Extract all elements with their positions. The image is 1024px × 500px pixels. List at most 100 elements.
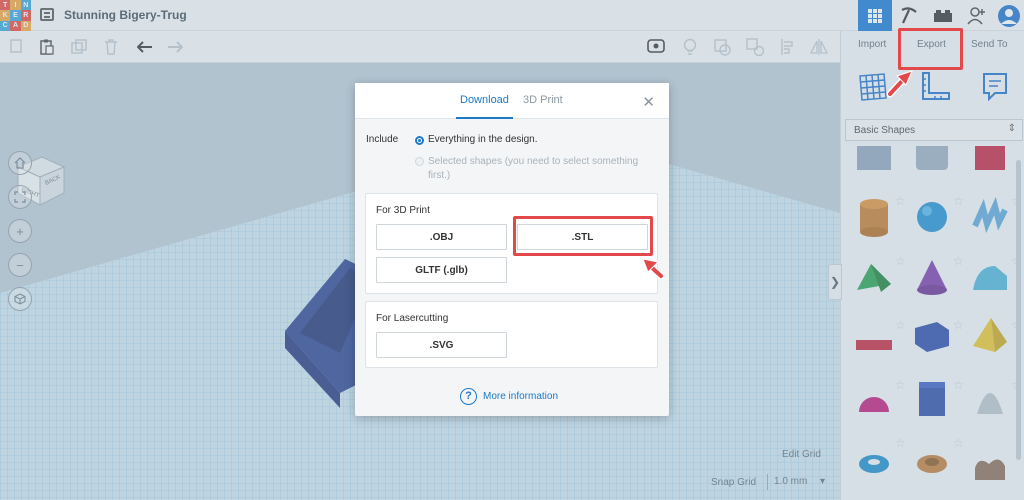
- shape-round-roof[interactable]: [969, 256, 1011, 298]
- shape-paraboloid[interactable]: [969, 376, 1011, 418]
- snap-grid-select[interactable]: 1.0 mm ▾: [767, 474, 829, 490]
- shape-box-blue[interactable]: [911, 316, 953, 358]
- align-icon: [781, 39, 793, 55]
- redo-button[interactable]: [166, 38, 184, 56]
- option-everything-label[interactable]: Everything in the design.: [428, 134, 538, 145]
- tab-3d-print[interactable]: 3D Print: [523, 94, 563, 106]
- notes-button[interactable]: [647, 38, 665, 56]
- favorite-star-icon[interactable]: ☆: [953, 318, 964, 332]
- cube-icon: [14, 293, 26, 305]
- minus-icon: −: [16, 257, 24, 273]
- 3d-design-view-button[interactable]: [858, 0, 892, 31]
- close-icon[interactable]: ✕: [642, 93, 655, 111]
- favorite-star-icon[interactable]: ☆: [953, 194, 964, 208]
- copy-button[interactable]: [8, 38, 26, 56]
- shape-grid: ☆ ☆ ☆ ☆ ☆ ☆ ☆ ☆ ☆ ☆ ☆ ☆ ☆ ☆: [847, 146, 1023, 500]
- ruler-tool[interactable]: [919, 71, 951, 108]
- redo-icon: [168, 41, 183, 53]
- shape-pyramid[interactable]: [969, 314, 1011, 356]
- ruler-icon: [922, 72, 950, 100]
- export-svg-button[interactable]: .SVG: [376, 332, 507, 358]
- export-obj-button[interactable]: .OBJ: [376, 224, 507, 250]
- blocks-view-button[interactable]: [892, 0, 926, 31]
- group-icon: [714, 39, 731, 56]
- favorite-star-icon[interactable]: ☆: [895, 318, 906, 332]
- shape-cone[interactable]: [911, 256, 953, 298]
- export-gltf-button[interactable]: GLTF (.glb): [376, 257, 507, 283]
- notes-tool[interactable]: [981, 71, 1009, 108]
- mirror-button[interactable]: [810, 38, 828, 56]
- zoom-out-button[interactable]: −: [8, 253, 32, 277]
- delete-button[interactable]: [102, 38, 120, 56]
- tab-download[interactable]: Download: [456, 94, 513, 119]
- snap-grid-value: 1.0 mm: [774, 476, 808, 487]
- panel-tools: [841, 71, 1024, 107]
- perspective-button[interactable]: [8, 287, 32, 311]
- radio-selected[interactable]: [415, 157, 424, 166]
- caret-down-icon: ▾: [819, 476, 825, 487]
- fit-view-button[interactable]: [8, 185, 32, 209]
- shape-cylinder-striped[interactable]: [911, 146, 953, 188]
- import-tab[interactable]: Import: [858, 39, 886, 50]
- workplane-tool[interactable]: [857, 71, 889, 108]
- shape-roof[interactable]: [853, 256, 895, 298]
- favorite-star-icon[interactable]: ☆: [895, 378, 906, 392]
- panel-collapse-button[interactable]: ❯: [828, 264, 842, 300]
- favorite-star-icon[interactable]: ☆: [953, 436, 964, 450]
- shape-cylinder[interactable]: [853, 196, 895, 238]
- select-arrows-icon: ⇕: [1007, 123, 1016, 134]
- brick-icon: [934, 9, 952, 22]
- edit-grid-button[interactable]: Edit Grid: [782, 449, 821, 460]
- favorite-star-icon[interactable]: ☆: [895, 436, 906, 450]
- panel-scrollbar[interactable]: [1016, 160, 1021, 460]
- light-button[interactable]: [681, 38, 699, 56]
- snap-grid-label: Snap Grid: [711, 477, 757, 488]
- design-title[interactable]: Stunning Bigery-Trug: [64, 8, 187, 22]
- user-avatar[interactable]: [994, 0, 1024, 31]
- tinkercad-logo[interactable]: T I N K E R C A D: [0, 0, 31, 31]
- favorite-star-icon[interactable]: ☆: [895, 254, 906, 268]
- favorite-star-icon[interactable]: ☆: [953, 378, 964, 392]
- shape-box[interactable]: [969, 146, 1011, 188]
- align-button[interactable]: [779, 38, 797, 56]
- add-user-icon: [967, 6, 985, 24]
- radio-everything[interactable]: [415, 136, 424, 145]
- ungroup-button[interactable]: [746, 38, 764, 56]
- undo-button[interactable]: [136, 38, 154, 56]
- invite-user-button[interactable]: [960, 0, 994, 31]
- zoom-in-button[interactable]: +: [8, 219, 32, 243]
- section-3d-print-title: For 3D Print: [376, 205, 430, 216]
- shape-heart[interactable]: [969, 440, 1011, 482]
- shape-category-select[interactable]: Basic Shapes ⇕: [845, 119, 1023, 141]
- fit-icon: [14, 191, 26, 203]
- note-icon: [983, 73, 1007, 102]
- favorite-star-icon[interactable]: ☆: [895, 194, 906, 208]
- trash-icon: [105, 39, 117, 55]
- shape-text[interactable]: [853, 322, 895, 364]
- section-lasercutting: For Lasercutting .SVG: [365, 301, 658, 368]
- shape-sphere[interactable]: [911, 196, 953, 238]
- duplicate-icon: [71, 39, 87, 54]
- shape-polygon[interactable]: [911, 376, 953, 418]
- pickaxe-icon: [901, 6, 917, 23]
- favorite-star-icon[interactable]: ☆: [953, 254, 964, 268]
- shape-box-striped[interactable]: [853, 146, 895, 188]
- shape-half-sphere[interactable]: [853, 382, 895, 424]
- paste-button[interactable]: [38, 38, 56, 56]
- view-switcher: [858, 0, 1024, 31]
- more-information-text: More information: [483, 390, 559, 402]
- shape-scribble[interactable]: [969, 196, 1011, 238]
- bricks-view-button[interactable]: [926, 0, 960, 31]
- send-to-tab[interactable]: Send To: [971, 39, 1008, 50]
- mirror-icon: [810, 39, 828, 55]
- design-list-icon[interactable]: [40, 8, 54, 21]
- stl-highlight-box: [513, 216, 653, 256]
- plus-icon: +: [16, 223, 24, 239]
- group-button[interactable]: [713, 38, 731, 56]
- duplicate-button[interactable]: [70, 38, 88, 56]
- more-information-link[interactable]: ? More information: [460, 387, 558, 405]
- undo-icon: [137, 41, 152, 53]
- home-view-button[interactable]: [8, 151, 32, 175]
- shape-torus[interactable]: [853, 440, 895, 482]
- shape-tube[interactable]: [911, 440, 953, 482]
